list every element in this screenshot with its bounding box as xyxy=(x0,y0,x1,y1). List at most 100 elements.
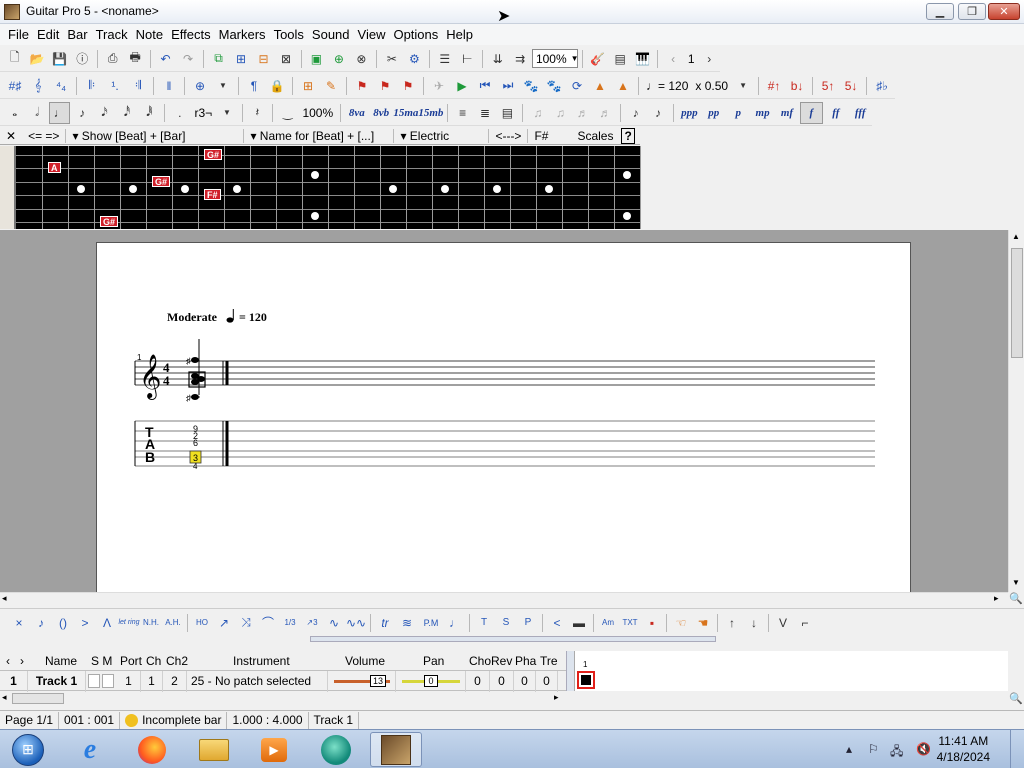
scroll-left-icon[interactable]: ◂ xyxy=(2,692,7,703)
properties-icon[interactable]: ⓘ xyxy=(71,48,92,70)
track-phaser[interactable]: 0 xyxy=(514,671,536,692)
go-start-icon[interactable]: ⏮ xyxy=(474,75,496,97)
track-instrument[interactable]: 25 - No patch selected xyxy=(187,671,328,692)
scroll-up-icon[interactable]: ▲ xyxy=(1012,232,1020,241)
network-icon[interactable]: 🖧 xyxy=(890,742,903,763)
thirtysecond-note-icon[interactable]: 𝅘𝅥𝅰 xyxy=(116,102,137,124)
count-in-icon[interactable]: ▲ xyxy=(612,75,634,97)
guitar-type-select[interactable]: ▾ Electric xyxy=(393,128,488,143)
volume-slider[interactable]: 13 xyxy=(328,671,396,692)
triplet-select[interactable]: r3¬ xyxy=(192,106,216,120)
track-port[interactable]: 1 xyxy=(117,671,141,692)
track-chorus[interactable]: 0 xyxy=(466,671,490,692)
insert-bar-after-icon[interactable]: ⊟ xyxy=(253,48,274,70)
keyboard-icon[interactable]: 🎹 xyxy=(632,48,653,70)
track-splitter[interactable] xyxy=(566,651,574,691)
action-center-icon[interactable]: ⚐ xyxy=(868,742,879,756)
menu-bar[interactable]: Bar xyxy=(63,24,91,45)
menu-markers[interactable]: Markers xyxy=(215,24,270,45)
stroke-down-icon[interactable]: ↓ xyxy=(743,612,765,634)
slide-type-button[interactable]: ↗3 xyxy=(301,612,323,634)
repeat-close-icon[interactable]: 𝄇 xyxy=(127,75,149,97)
sixteenth-note-icon[interactable]: 𝅘𝅥𝅯 xyxy=(94,102,115,124)
fretboard-note-marker[interactable]: A xyxy=(48,162,61,173)
menu-file[interactable]: File xyxy=(4,24,33,45)
score-horizontal-scrollbar[interactable]: ◂ ▸ xyxy=(0,592,1008,606)
help-icon[interactable]: ? xyxy=(621,127,635,144)
chevron-down-icon[interactable]: ▼ xyxy=(216,102,237,124)
page-prev-icon[interactable]: ‹ xyxy=(662,48,683,70)
volume-value[interactable]: 13 xyxy=(370,675,386,687)
taskbar-explorer[interactable] xyxy=(188,732,240,767)
scrollbar-thumb[interactable] xyxy=(1011,248,1023,358)
footprint-icon-2[interactable]: 🐾 xyxy=(543,75,565,97)
octave-15ma-button[interactable]: 15ma xyxy=(393,102,418,124)
accent-icon[interactable]: > xyxy=(74,612,96,634)
chord[interactable]: ♯ ♯ xyxy=(186,339,206,403)
wide-vibrato-icon[interactable]: ∿∿ xyxy=(345,612,367,634)
key-select[interactable]: F# xyxy=(527,128,571,143)
redo-icon[interactable]: ↷ xyxy=(177,48,198,70)
heavy-accent-icon[interactable]: Λ xyxy=(96,612,118,634)
repeat-open-icon[interactable]: 𝄆 xyxy=(81,75,103,97)
flag-prev-icon[interactable]: ⚑ xyxy=(374,75,396,97)
maximize-button[interactable]: ❐ xyxy=(958,3,986,20)
time-signature-icon[interactable]: ⁴₄ xyxy=(50,75,72,97)
horizontal-layout-icon[interactable]: ⇉ xyxy=(509,48,530,70)
mute-checkbox[interactable] xyxy=(102,674,114,688)
string-down-icon[interactable]: 5↓ xyxy=(840,75,862,97)
transpose-down-icon[interactable]: b↓ xyxy=(786,75,808,97)
align-left-icon[interactable]: ≡ xyxy=(452,102,473,124)
enharmonic-icon[interactable]: ♯♭ xyxy=(871,75,893,97)
track-nav-right-icon[interactable]: › xyxy=(20,654,24,668)
settings-icon[interactable]: ⚙ xyxy=(404,48,425,70)
volume-muted-icon[interactable]: 🔇 xyxy=(916,742,931,756)
bar-overview[interactable]: 1 xyxy=(574,651,1008,691)
close-fretboard-icon[interactable]: ✕ xyxy=(0,129,22,143)
close-button[interactable]: ✕ xyxy=(988,3,1020,20)
undo-icon[interactable]: ↶ xyxy=(155,48,176,70)
velocity-value[interactable]: 100% xyxy=(299,106,336,120)
eighth-note-icon[interactable]: ♪ xyxy=(71,102,92,124)
staccato-icon[interactable]: ♩ xyxy=(444,612,466,634)
track-scrollbar[interactable]: ◂ ▸ xyxy=(0,692,566,706)
stem-direction-icon[interactable]: ♪ xyxy=(647,102,668,124)
dynamic-pp-button[interactable]: pp xyxy=(702,102,725,124)
dotted-note-icon[interactable]: . xyxy=(169,102,190,124)
score-page[interactable]: Moderate = 120 1 𝄞 4 4 ♯ ♯ T A B 9 2 6 3… xyxy=(96,242,911,592)
zoom-icon[interactable]: 🔍 xyxy=(1008,592,1024,606)
go-end-icon[interactable]: ⏭ xyxy=(497,75,519,97)
delete-track-icon[interactable]: ⊗ xyxy=(351,48,372,70)
track-name[interactable]: Track 1 xyxy=(28,671,86,692)
tie-icon[interactable]: ‿ xyxy=(277,102,298,124)
guitar-fretboard-icon[interactable]: 🎸 xyxy=(587,48,608,70)
dynamic-fff-button[interactable]: fff xyxy=(849,102,872,124)
fretboard-range[interactable]: <---> xyxy=(488,128,527,143)
chevron-down-icon[interactable]: ▼ xyxy=(212,75,234,97)
speed-dropdown-icon[interactable]: ▼ xyxy=(732,75,754,97)
popping-button[interactable]: P xyxy=(517,612,539,634)
taskbar-firefox[interactable] xyxy=(126,732,178,767)
half-note-icon[interactable]: 𝅗𝅥 xyxy=(26,102,47,124)
bend-icon[interactable]: ↗ xyxy=(213,612,235,634)
bar-scrollbar[interactable] xyxy=(574,692,1008,706)
text-button[interactable]: TXT xyxy=(619,612,641,634)
ghost-note-icon[interactable]: ♪ xyxy=(30,612,52,634)
sixtyfourth-note-icon[interactable]: 𝅘𝅥𝅱 xyxy=(139,102,160,124)
beam-break-icon[interactable]: ♬ xyxy=(572,102,593,124)
pick-stroke-down-icon[interactable]: ☚ xyxy=(692,612,714,634)
beam-join-icon[interactable]: ♬ xyxy=(594,102,615,124)
print-preview-icon[interactable]: ⎙ xyxy=(102,48,123,70)
mix-table-icon[interactable]: ▪ xyxy=(641,612,663,634)
string-up-icon[interactable]: 5↑ xyxy=(817,75,839,97)
solo-checkbox[interactable] xyxy=(88,674,100,688)
stroke-icon[interactable]: ▬ xyxy=(568,612,590,634)
scrollbar-thumb[interactable] xyxy=(12,693,64,704)
loop-icon[interactable]: ⟳ xyxy=(566,75,588,97)
dynamic-p-button[interactable]: p xyxy=(727,102,750,124)
let-ring-button[interactable]: let ring xyxy=(118,612,140,634)
dynamic-f-button[interactable]: f xyxy=(799,101,824,124)
octave-8vb-button[interactable]: 8vb xyxy=(370,102,393,124)
zoom-icon[interactable]: 🔍 xyxy=(1008,692,1024,706)
print-icon[interactable]: 🖶 xyxy=(124,48,145,70)
